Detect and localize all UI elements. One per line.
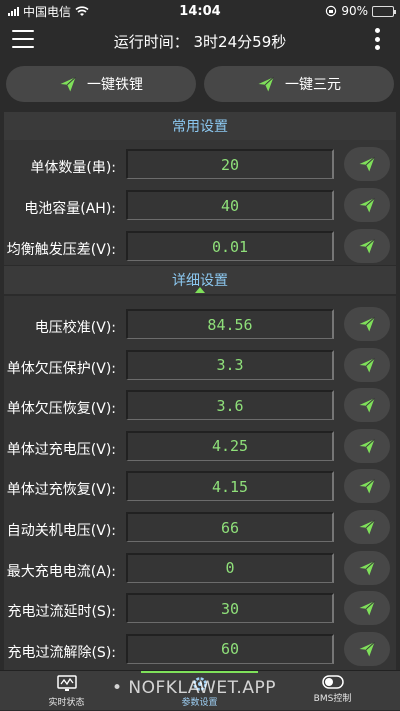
status-right: 90% bbox=[325, 4, 396, 18]
detail-settings-header[interactable]: 详细设置 bbox=[4, 266, 396, 294]
send-setting-button[interactable] bbox=[344, 510, 390, 544]
setting-label: 单体过充电压(V): bbox=[6, 441, 116, 458]
lifepo4-preset-button[interactable]: 一键铁锂 bbox=[6, 66, 196, 102]
bottom-tab-bar: 实时状态 参数设置 BMS控制 bbox=[0, 670, 400, 710]
setting-label: 均衡触发压差(V): bbox=[6, 242, 116, 258]
setting-label: 单体欠压保护(V): bbox=[6, 360, 116, 377]
setting-row: 单体过充恢复(V): bbox=[0, 469, 400, 509]
orientation-lock-icon bbox=[326, 5, 337, 17]
send-icon bbox=[359, 316, 375, 332]
status-bar: 中国电信 14:04 90% bbox=[0, 0, 400, 22]
lifepo4-preset-label: 一键铁锂 bbox=[87, 77, 143, 93]
send-setting-button[interactable] bbox=[344, 147, 390, 181]
gear-icon bbox=[192, 677, 207, 691]
menu-icon[interactable] bbox=[12, 30, 34, 48]
send-icon bbox=[359, 238, 375, 254]
send-icon bbox=[359, 641, 375, 657]
setting-value-input[interactable] bbox=[126, 349, 334, 380]
tab-bms-control[interactable]: BMS控制 bbox=[266, 675, 399, 711]
common-settings-title: 常用设置 bbox=[172, 119, 228, 135]
send-icon bbox=[359, 519, 375, 535]
setting-value-input[interactable] bbox=[126, 471, 334, 502]
setting-row: 单体欠压恢复(V): bbox=[0, 388, 400, 428]
setting-value-input[interactable] bbox=[126, 390, 334, 421]
setting-label: 电池容量(AH): bbox=[24, 201, 116, 217]
setting-value-input[interactable] bbox=[126, 552, 334, 583]
setting-label: 电压校准(V): bbox=[34, 320, 116, 336]
setting-label: 最大充电电流(A): bbox=[6, 563, 116, 580]
send-icon bbox=[359, 197, 375, 213]
setting-value-input[interactable] bbox=[126, 231, 334, 261]
setting-row: 单体数量(串): bbox=[0, 147, 400, 187]
setting-label: 单体数量(串): bbox=[30, 160, 116, 176]
quick-actions: 一键铁锂 一键三元 bbox=[0, 66, 400, 102]
setting-label: 单体欠压恢复(V): bbox=[6, 401, 116, 418]
ternary-preset-button[interactable]: 一键三元 bbox=[204, 66, 394, 102]
setting-value-input[interactable] bbox=[126, 190, 334, 220]
setting-row: 电池容量(AH): bbox=[0, 188, 400, 228]
tab-realtime-status[interactable]: 实时状态 bbox=[0, 675, 133, 711]
send-setting-button[interactable] bbox=[344, 591, 390, 626]
send-icon bbox=[359, 438, 375, 454]
setting-row: 单体过充电压(V): bbox=[0, 428, 400, 469]
send-icon bbox=[359, 601, 375, 616]
send-setting-button[interactable] bbox=[344, 307, 390, 341]
tab-parameter-settings-label: 参数设置 bbox=[181, 698, 218, 708]
send-setting-button[interactable] bbox=[344, 631, 390, 666]
common-settings-header: 常用设置 bbox=[4, 112, 396, 140]
send-icon bbox=[359, 357, 375, 373]
setting-label: 充电过流解除(S): bbox=[7, 644, 116, 661]
setting-row: 自动关机电压(V): bbox=[0, 510, 400, 550]
toggle-icon bbox=[321, 675, 344, 689]
ternary-preset-label: 一键三元 bbox=[285, 77, 341, 93]
setting-value-input[interactable] bbox=[126, 149, 334, 179]
collapse-caret-icon bbox=[195, 287, 205, 293]
send-icon bbox=[359, 156, 375, 172]
send-setting-button[interactable] bbox=[344, 469, 390, 504]
app-bar: 运行时间： 3时24分59秒 bbox=[0, 22, 400, 60]
setting-value-input[interactable] bbox=[126, 633, 334, 664]
setting-row: 充电过流解除(S): bbox=[0, 631, 400, 672]
setting-row: 均衡触发压差(V): bbox=[0, 229, 400, 269]
send-setting-button[interactable] bbox=[344, 428, 390, 463]
tab-parameter-settings[interactable]: 参数设置 bbox=[133, 671, 266, 711]
more-options-icon[interactable] bbox=[374, 28, 380, 50]
active-tab-indicator bbox=[141, 671, 258, 673]
setting-row: 最大充电电流(A): bbox=[0, 550, 400, 591]
runtime-title: 运行时间： 3时24分59秒 bbox=[113, 32, 287, 51]
send-setting-button[interactable] bbox=[344, 550, 390, 585]
setting-row: 充电过流延时(S): bbox=[0, 591, 400, 631]
send-setting-button[interactable] bbox=[344, 388, 390, 423]
send-setting-button[interactable] bbox=[344, 229, 390, 263]
monitor-icon bbox=[56, 675, 77, 691]
setting-value-input[interactable] bbox=[126, 593, 334, 624]
tab-realtime-status-label: 实时状态 bbox=[48, 698, 85, 708]
battery-percent: 90% bbox=[341, 4, 368, 18]
setting-value-input[interactable] bbox=[126, 512, 334, 542]
send-icon bbox=[359, 398, 375, 413]
send-icon bbox=[60, 76, 76, 92]
setting-label: 单体过充恢复(V): bbox=[6, 482, 116, 499]
send-icon bbox=[258, 76, 274, 92]
battery-icon bbox=[372, 5, 396, 17]
send-icon bbox=[359, 479, 375, 494]
setting-label: 充电过流延时(S): bbox=[7, 604, 116, 621]
setting-value-input[interactable] bbox=[126, 430, 334, 461]
setting-row: 电压校准(V): bbox=[0, 307, 400, 347]
send-icon bbox=[359, 560, 375, 576]
send-setting-button[interactable] bbox=[344, 347, 390, 382]
send-setting-button[interactable] bbox=[344, 188, 390, 222]
tab-bms-control-label: BMS控制 bbox=[313, 694, 352, 704]
setting-label: 自动关机电压(V): bbox=[6, 523, 116, 539]
setting-row: 单体欠压保护(V): bbox=[0, 347, 400, 388]
setting-value-input[interactable] bbox=[126, 309, 334, 339]
